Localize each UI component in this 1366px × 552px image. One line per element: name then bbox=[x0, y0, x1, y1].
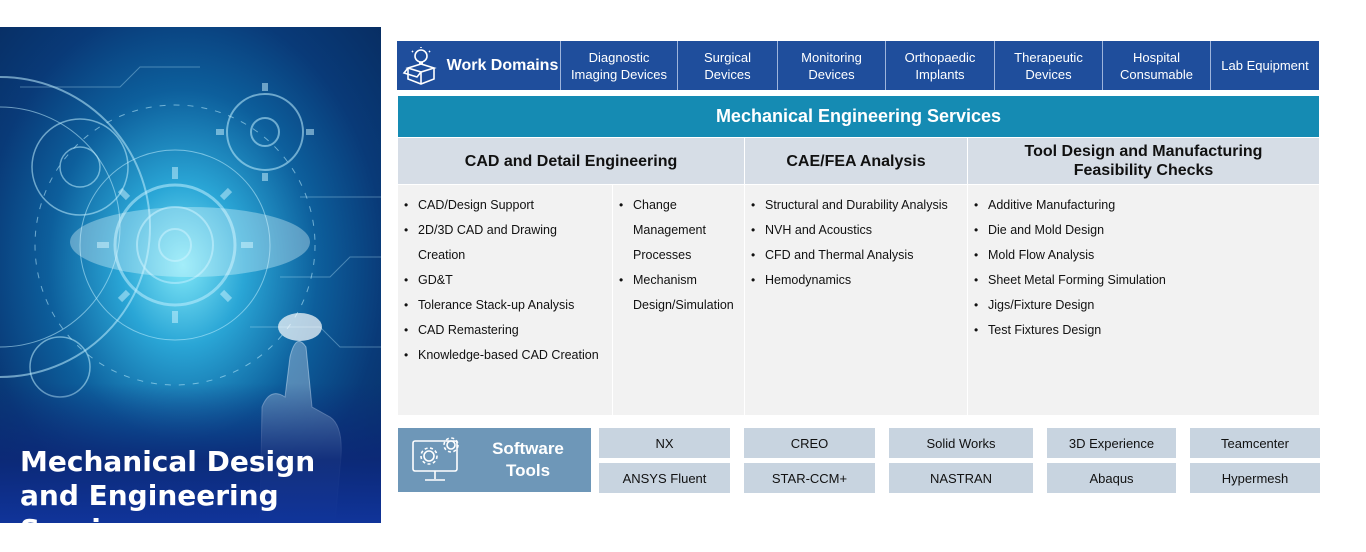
domain-item-therapeutic: Therapeutic Devices bbox=[994, 41, 1102, 90]
tool-nastran: NASTRAN bbox=[889, 463, 1033, 493]
list-item: Hemodynamics bbox=[745, 268, 967, 293]
cad-list-left: CAD/Design Support 2D/3D CAD and Drawing… bbox=[398, 185, 612, 415]
work-domains-bar: Work Domains Diagnostic Imaging Devices … bbox=[397, 41, 1319, 90]
list-item: Mold Flow Analysis bbox=[968, 243, 1319, 268]
cad-list-right: Change Management Processes Mechanism De… bbox=[613, 185, 744, 415]
list-item: NVH and Acoustics bbox=[745, 218, 967, 243]
tool-design-list: Additive Manufacturing Die and Mold Desi… bbox=[968, 185, 1319, 415]
list-item: CAD Remastering bbox=[398, 318, 612, 343]
list-item: Knowledge-based CAD Creation bbox=[398, 343, 612, 368]
domain-item-lab-equipment: Lab Equipment bbox=[1210, 41, 1319, 90]
list-item: Additive Manufacturing bbox=[968, 193, 1319, 218]
list-item: GD&T bbox=[398, 268, 612, 293]
hero-title: Mechanical Design and Engineering Servic… bbox=[20, 445, 316, 523]
list-item: CFD and Thermal Analysis bbox=[745, 243, 967, 268]
domain-item-surgical: Surgical Devices bbox=[677, 41, 777, 90]
tool-3d-experience: 3D Experience bbox=[1047, 428, 1176, 458]
monitor-gears-icon bbox=[398, 428, 478, 492]
domain-item-hospital-consumable: Hospital Consumable bbox=[1102, 41, 1210, 90]
list-item: Tolerance Stack-up Analysis bbox=[398, 293, 612, 318]
list-item: Structural and Durability Analysis bbox=[745, 193, 967, 218]
hero-panel: Mechanical Design and Engineering Servic… bbox=[0, 27, 381, 523]
work-domains-label: Work Domains bbox=[446, 57, 559, 74]
list-item: CAD/Design Support bbox=[398, 193, 612, 218]
list-item: Sheet Metal Forming Simulation bbox=[968, 268, 1319, 293]
work-domains-lead: Work Domains bbox=[397, 41, 560, 90]
tool-solid-works: Solid Works bbox=[889, 428, 1033, 458]
cae-list: Structural and Durability Analysis NVH a… bbox=[745, 185, 967, 415]
tool-abaqus: Abaqus bbox=[1047, 463, 1176, 493]
list-item: Test Fixtures Design bbox=[968, 318, 1319, 343]
list-item: 2D/3D CAD and Drawing Creation bbox=[398, 218, 588, 268]
software-tools-lead: Software Tools bbox=[398, 428, 591, 492]
column-heading-tool-design: Tool Design and Manufacturing Feasibilit… bbox=[968, 138, 1319, 184]
box-lightbulb-icon bbox=[397, 41, 445, 90]
list-item: Die and Mold Design bbox=[968, 218, 1319, 243]
tool-ansys-fluent: ANSYS Fluent bbox=[599, 463, 730, 493]
list-item: Change Management Processes bbox=[613, 193, 725, 268]
tool-teamcenter: Teamcenter bbox=[1190, 428, 1320, 458]
tool-creo: CREO bbox=[744, 428, 875, 458]
software-tools-label: Software Tools bbox=[492, 439, 564, 480]
column-heading-cae: CAE/FEA Analysis bbox=[745, 138, 967, 184]
domain-item-orthopaedic: Orthopaedic Implants bbox=[885, 41, 994, 90]
tool-star-ccm: STAR-CCM+ bbox=[744, 463, 875, 493]
column-heading-cad: CAD and Detail Engineering bbox=[398, 138, 744, 184]
tool-nx: NX bbox=[599, 428, 730, 458]
list-item: Jigs/Fixture Design bbox=[968, 293, 1319, 318]
domain-item-diagnostic-imaging: Diagnostic Imaging Devices bbox=[560, 41, 677, 90]
list-item: Mechanism Design/Simulation bbox=[613, 268, 741, 318]
tool-hypermesh: Hypermesh bbox=[1190, 463, 1320, 493]
services-header: Mechanical Engineering Services bbox=[398, 96, 1319, 137]
domain-item-monitoring: Monitoring Devices bbox=[777, 41, 885, 90]
